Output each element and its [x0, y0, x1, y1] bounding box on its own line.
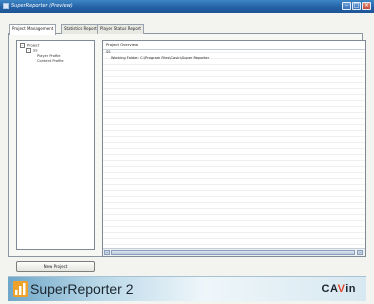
scroll-thumb[interactable]: [111, 250, 355, 255]
close-icon: ×: [363, 2, 370, 9]
overview-line-working-folder: Working Folder: C:\Program Files\Cavin\S…: [111, 56, 210, 60]
tab-project-management[interactable]: Project Management: [9, 24, 57, 35]
tree-node-player-profile[interactable]: Player Profile: [37, 54, 61, 58]
window-title: SuperReporter (Preview): [11, 3, 73, 9]
overview-line-project: SS: [106, 50, 111, 54]
tree-node-ss[interactable]: - SS: [26, 48, 38, 53]
scroll-left-icon[interactable]: ‹: [104, 250, 110, 255]
new-project-button[interactable]: New Project: [16, 261, 95, 272]
scroll-right-icon[interactable]: ›: [357, 250, 363, 255]
tab-player-status-report[interactable]: Player Status Report: [97, 24, 144, 34]
app-icon: [3, 3, 9, 9]
tree-label-project: Project: [27, 43, 40, 48]
title-bar: SuperReporter (Preview) – □ ×: [0, 0, 374, 13]
product-name: SuperReporter 2: [30, 281, 134, 297]
minimize-button[interactable]: –: [342, 2, 351, 10]
tab-statistics-report[interactable]: Statistics Report: [61, 24, 100, 34]
minimize-icon: –: [345, 2, 348, 9]
tree-node-content-profile[interactable]: Content Profile: [37, 59, 64, 63]
overview-header: Project Overview: [103, 41, 365, 50]
collapse-icon[interactable]: -: [26, 48, 31, 53]
collapse-icon[interactable]: -: [20, 43, 25, 48]
maximize-icon: □: [353, 2, 360, 9]
horizontal-scrollbar[interactable]: ‹ ›: [103, 248, 365, 256]
tree-label-ss: SS: [33, 48, 38, 53]
company-logo: CAVin: [321, 283, 356, 295]
bar-chart-logo-icon: [13, 281, 28, 297]
maximize-button[interactable]: □: [352, 2, 361, 10]
brand-footer: SuperReporter 2 CAVin: [8, 276, 366, 301]
project-overview: Project Overview SS Working Folder: C:\P…: [102, 40, 366, 257]
close-button[interactable]: ×: [362, 2, 371, 10]
project-tree[interactable]: - Project - SS Player Profile Content Prof…: [16, 40, 95, 250]
